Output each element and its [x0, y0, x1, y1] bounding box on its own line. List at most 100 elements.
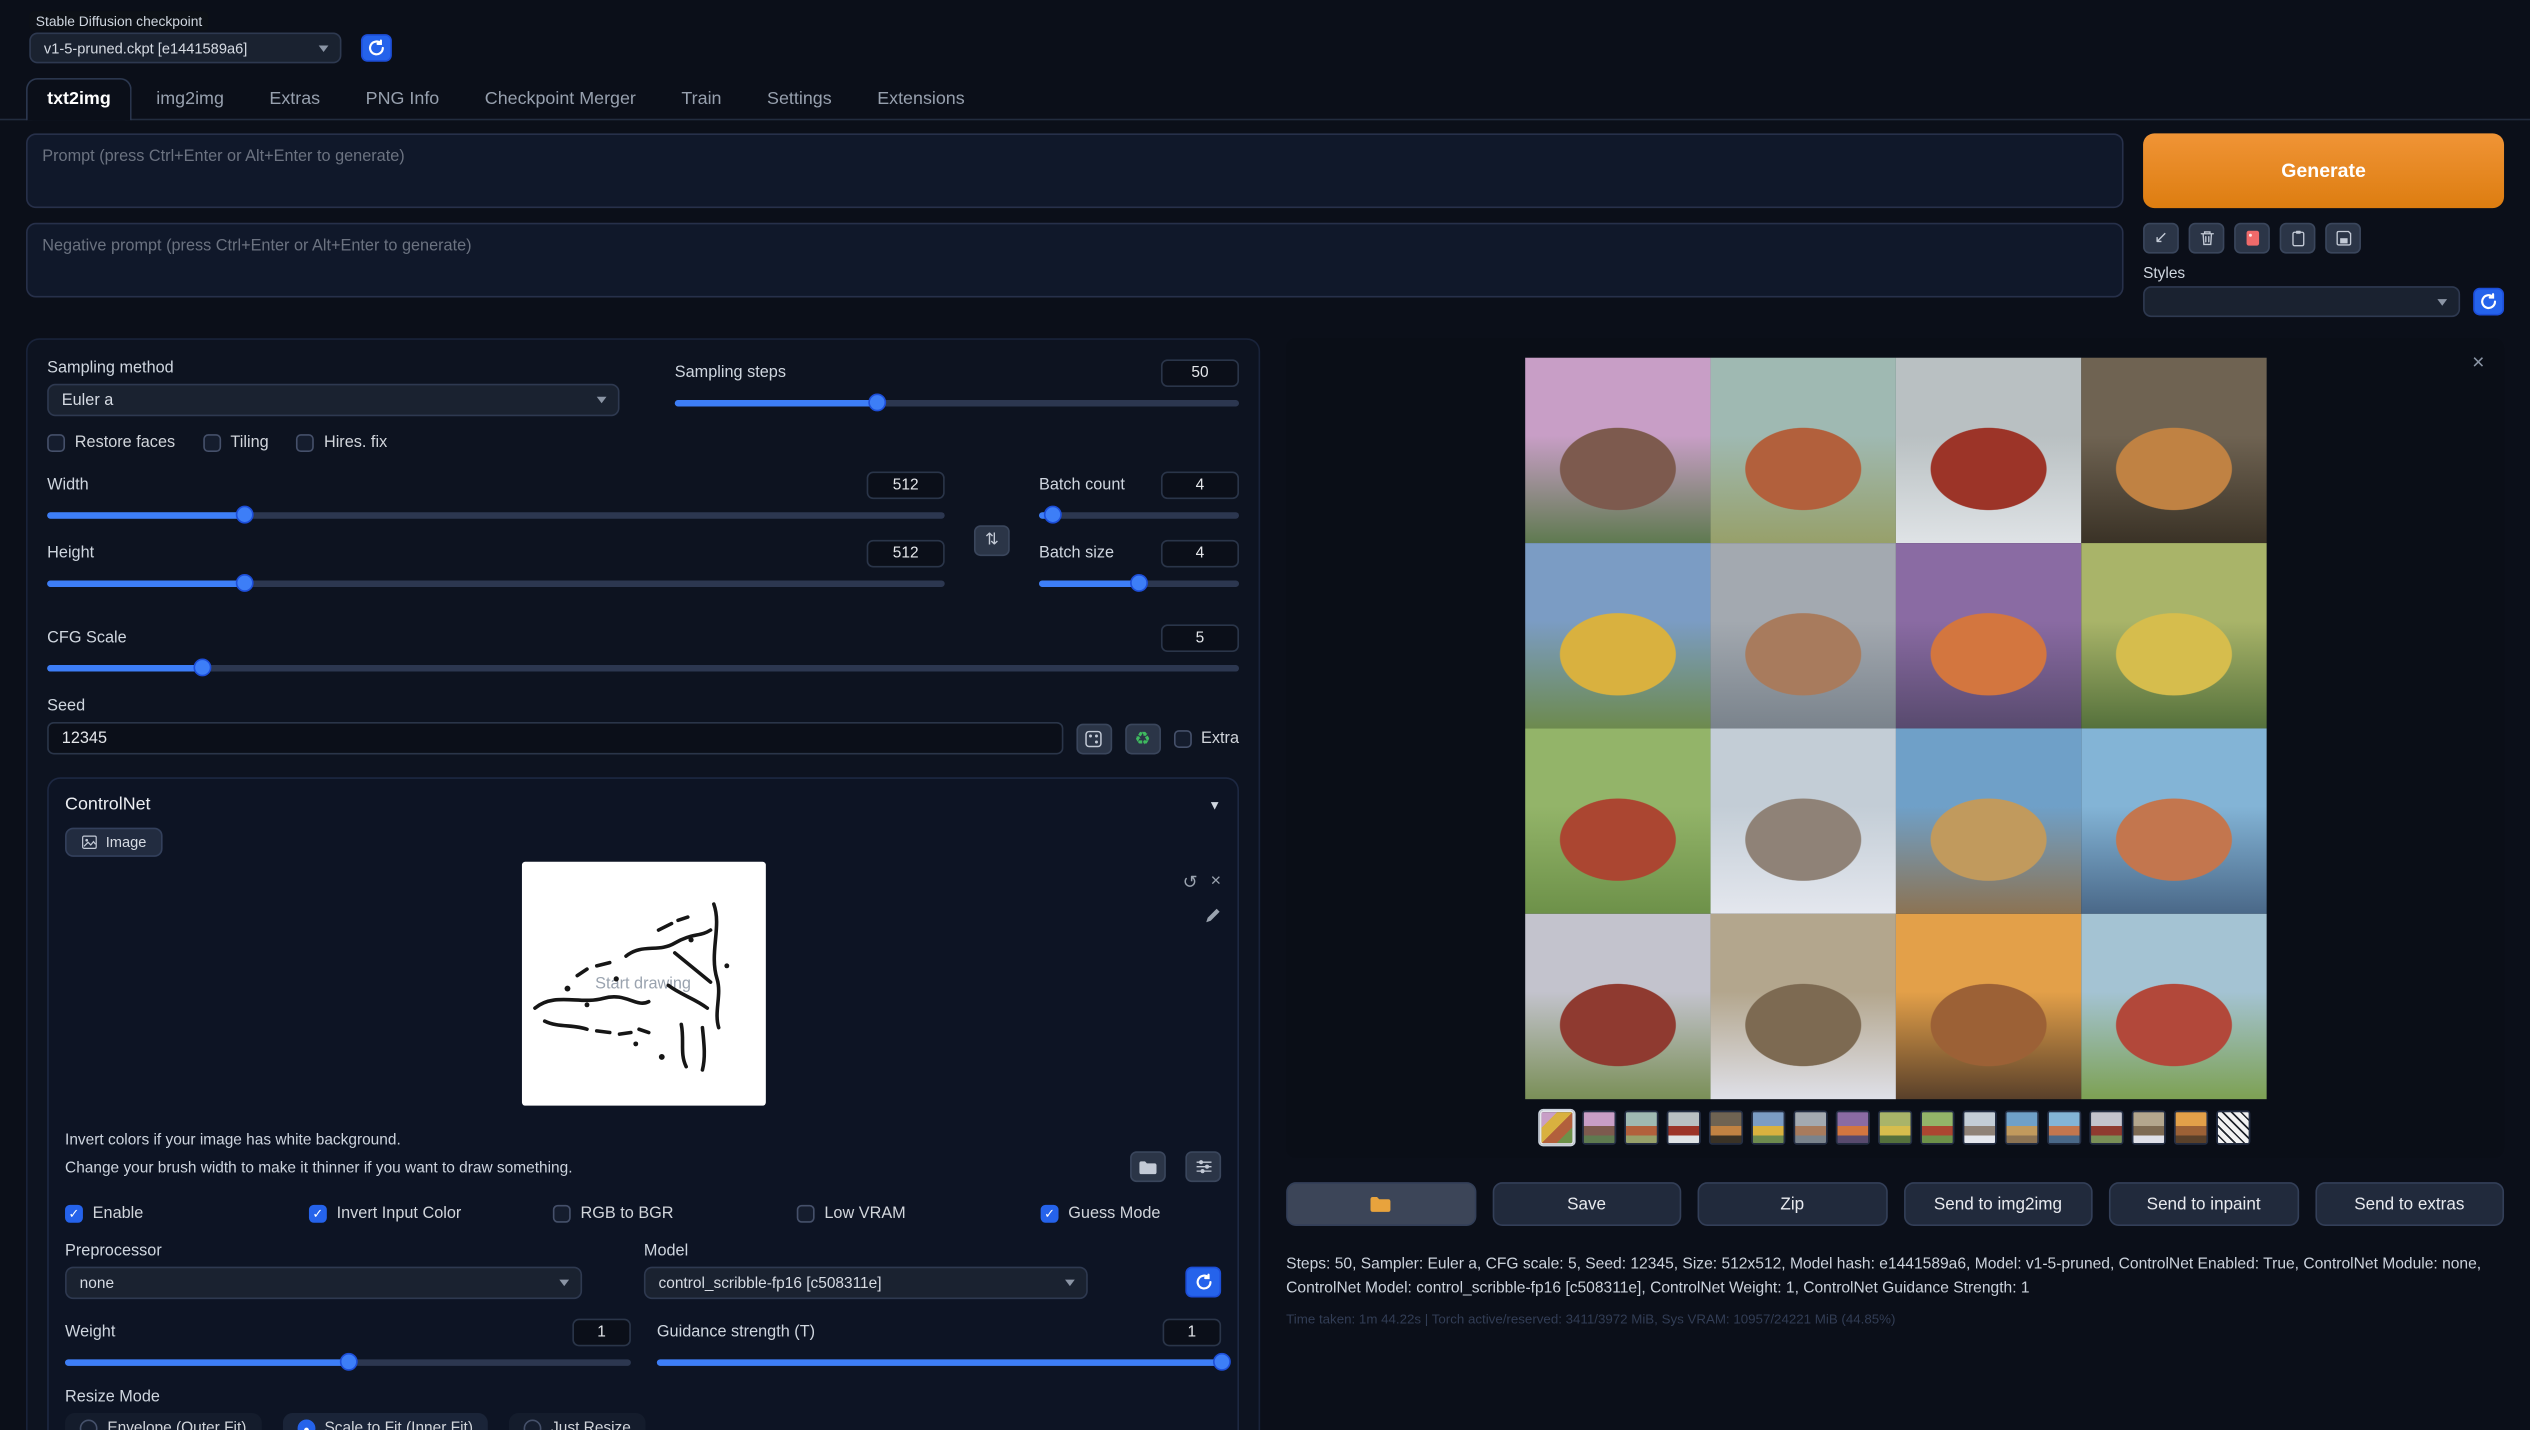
tab-extensions[interactable]: Extensions	[856, 78, 986, 120]
weight-slider[interactable]	[65, 1352, 631, 1373]
guidance-strength-value[interactable]: 1	[1163, 1319, 1222, 1347]
gallery-thumbnail[interactable]	[1624, 1111, 1658, 1145]
styles-refresh-button[interactable]	[2473, 288, 2504, 316]
undo-button[interactable]: ↺	[1183, 872, 1198, 893]
height-slider[interactable]	[47, 572, 945, 593]
gallery-image[interactable]	[2080, 358, 2265, 543]
cfg-scale-slider[interactable]	[47, 657, 1239, 678]
rgb-to-bgr-checkbox[interactable]: RGB to BGR	[553, 1205, 797, 1223]
batch-size-slider[interactable]	[1039, 572, 1239, 593]
tab-png-info[interactable]: PNG Info	[345, 78, 461, 120]
gallery-thumbnail[interactable]	[2216, 1111, 2250, 1145]
checkpoint-dropdown[interactable]: v1-5-pruned.ckpt [e1441589a6]	[29, 33, 341, 64]
prompt-input[interactable]	[26, 133, 2124, 208]
sampling-steps-value[interactable]: 50	[1161, 359, 1239, 387]
guidance-strength-slider[interactable]	[657, 1352, 1221, 1373]
batch-count-value[interactable]: 4	[1161, 472, 1239, 500]
tab-checkpoint-merger[interactable]: Checkpoint Merger	[464, 78, 657, 120]
gallery-thumbnail[interactable]	[1793, 1111, 1827, 1145]
gallery-thumbnail[interactable]	[1667, 1111, 1701, 1145]
zip-button[interactable]: Zip	[1698, 1182, 1887, 1226]
enable-checkbox[interactable]: Enable	[65, 1205, 309, 1223]
clear-canvas-button[interactable]: ×	[1211, 872, 1221, 893]
collapse-controlnet-icon[interactable]: ▼	[1208, 798, 1221, 813]
width-slider[interactable]	[47, 504, 945, 525]
tiling-checkbox[interactable]: Tiling	[203, 434, 269, 452]
model-dropdown[interactable]: control_scribble-fp16 [c508311e]	[644, 1267, 1088, 1300]
extra-networks-button[interactable]	[2234, 223, 2270, 254]
gallery-thumbnail[interactable]	[1920, 1111, 1954, 1145]
resize-mode-just-resize-radio[interactable]: Just Resize	[509, 1413, 646, 1430]
tab-img2img[interactable]: img2img	[135, 78, 245, 120]
paste-button[interactable]: ↙	[2143, 223, 2179, 254]
styles-dropdown[interactable]	[2143, 286, 2460, 317]
gallery-image[interactable]	[2080, 543, 2265, 728]
reuse-seed-button[interactable]: ♻	[1125, 723, 1161, 754]
send-to-inpaint-button[interactable]: Send to inpaint	[2109, 1182, 2298, 1226]
seed-input[interactable]	[47, 722, 1063, 755]
gallery-image[interactable]	[1710, 543, 1895, 728]
batch-count-slider[interactable]	[1039, 504, 1239, 525]
open-image-button[interactable]	[1130, 1152, 1166, 1183]
generate-button[interactable]: Generate	[2143, 133, 2504, 208]
image-tab[interactable]: Image	[65, 828, 163, 857]
model-refresh-button[interactable]	[1185, 1267, 1221, 1298]
brush-settings-button[interactable]	[1185, 1152, 1221, 1183]
gallery-image[interactable]	[1895, 358, 2080, 543]
gallery-image[interactable]	[1895, 728, 2080, 913]
hires-fix-checkbox[interactable]: Hires. fix	[296, 434, 387, 452]
gallery-image[interactable]	[1710, 914, 1895, 1099]
save-button[interactable]: Save	[1492, 1182, 1681, 1226]
invert-input-color-checkbox[interactable]: Invert Input Color	[309, 1205, 553, 1223]
width-value[interactable]: 512	[867, 472, 945, 500]
cfg-scale-value[interactable]: 5	[1161, 624, 1239, 652]
resize-mode-scale-to-fit-radio[interactable]: Scale to Fit (Inner Fit)	[282, 1413, 487, 1430]
sampling-method-dropdown[interactable]: Euler a	[47, 384, 619, 417]
gallery-thumbnail[interactable]	[2174, 1111, 2208, 1145]
extra-seed-checkbox[interactable]: Extra	[1173, 729, 1239, 747]
gallery-image[interactable]	[2080, 914, 2265, 1099]
low-vram-checkbox[interactable]: Low VRAM	[797, 1205, 1041, 1223]
gallery-image[interactable]	[2080, 728, 2265, 913]
gallery-thumbnail[interactable]	[1836, 1111, 1870, 1145]
gallery-close-button[interactable]: ×	[2472, 350, 2484, 374]
send-to-img2img-button[interactable]: Send to img2img	[1903, 1182, 2092, 1226]
tab-settings[interactable]: Settings	[746, 78, 853, 120]
swap-dimensions-button[interactable]: ⇅	[974, 524, 1010, 555]
gallery-thumbnail[interactable]	[1878, 1111, 1912, 1145]
random-seed-button[interactable]	[1076, 723, 1112, 754]
brush-button[interactable]	[1203, 907, 1221, 925]
save-style-button[interactable]	[2325, 223, 2361, 254]
apply-style-button[interactable]	[2280, 223, 2316, 254]
gallery-thumbnail[interactable]	[1540, 1111, 1574, 1145]
height-value[interactable]: 512	[867, 540, 945, 568]
gallery-thumbnail[interactable]	[1963, 1111, 1997, 1145]
gallery-image[interactable]	[1895, 543, 2080, 728]
checkpoint-refresh-button[interactable]	[361, 34, 392, 62]
restore-faces-checkbox[interactable]: Restore faces	[47, 434, 175, 452]
gallery-thumbnail[interactable]	[2132, 1111, 2166, 1145]
send-to-extras-button[interactable]: Send to extras	[2315, 1182, 2504, 1226]
gallery-thumbnail[interactable]	[2089, 1111, 2123, 1145]
tab-txt2img[interactable]: txt2img	[26, 78, 132, 120]
guess-mode-checkbox[interactable]: Guess Mode	[1041, 1205, 1161, 1223]
gallery-image[interactable]	[1710, 728, 1895, 913]
gallery-image[interactable]	[1524, 914, 1709, 1099]
clear-prompt-button[interactable]	[2189, 223, 2225, 254]
negative-prompt-input[interactable]	[26, 223, 2124, 298]
open-folder-button[interactable]	[1286, 1182, 1475, 1226]
drawing-canvas[interactable]: Start drawing	[521, 862, 765, 1106]
gallery-thumbnail[interactable]	[2047, 1111, 2081, 1145]
batch-size-value[interactable]: 4	[1161, 540, 1239, 568]
tab-extras[interactable]: Extras	[248, 78, 341, 120]
gallery-thumbnail[interactable]	[1709, 1111, 1743, 1145]
gallery-image[interactable]	[1710, 358, 1895, 543]
sampling-steps-slider[interactable]	[675, 392, 1239, 413]
gallery-thumbnail[interactable]	[2005, 1111, 2039, 1145]
resize-mode-envelope-radio[interactable]: Envelope (Outer Fit)	[65, 1413, 261, 1430]
preprocessor-dropdown[interactable]: none	[65, 1267, 582, 1300]
gallery-thumbnail[interactable]	[1582, 1111, 1616, 1145]
gallery-image[interactable]	[1524, 728, 1709, 913]
tab-train[interactable]: Train	[660, 78, 742, 120]
gallery-image[interactable]	[1895, 914, 2080, 1099]
